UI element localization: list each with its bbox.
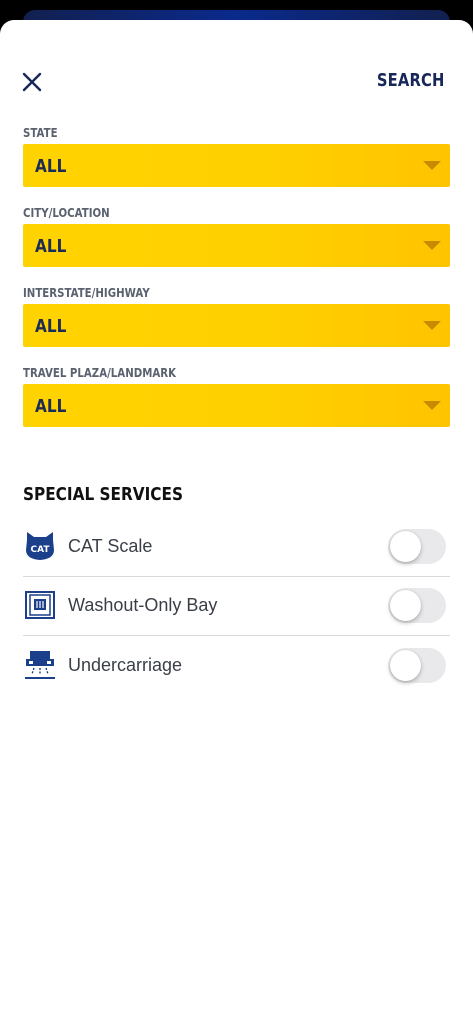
- caret-down-icon: [423, 401, 441, 410]
- special-services-title: SPECIAL SERVICES: [23, 484, 184, 505]
- city-location-select[interactable]: ALL: [23, 224, 450, 267]
- city-location-select-value: ALL: [35, 236, 67, 257]
- undercarriage-toggle[interactable]: [388, 648, 446, 683]
- search-button[interactable]: SEARCH: [377, 70, 445, 91]
- interstate-highway-label: INTERSTATE/HIGHWAY: [23, 286, 150, 300]
- interstate-highway-select-value: ALL: [35, 316, 67, 337]
- caret-down-icon: [423, 321, 441, 330]
- city-location-label: CITY/LOCATION: [23, 206, 110, 220]
- interstate-highway-select[interactable]: ALL: [23, 304, 450, 347]
- state-label: STATE: [23, 126, 58, 140]
- close-icon: [22, 72, 42, 92]
- travel-plaza-select[interactable]: ALL: [23, 384, 450, 427]
- sheet-header: SEARCH: [0, 20, 473, 140]
- state-select-value: ALL: [35, 156, 67, 177]
- service-row-undercarriage: Undercarriage: [23, 636, 450, 695]
- caret-down-icon: [423, 241, 441, 250]
- service-row-washout-bay: Washout-Only Bay: [23, 576, 450, 636]
- close-button[interactable]: [14, 64, 50, 100]
- caret-down-icon: [423, 161, 441, 170]
- toggle-knob: [390, 531, 421, 562]
- undercarriage-label: Undercarriage: [68, 655, 183, 675]
- washout-bay-icon: [25, 591, 55, 619]
- washout-bay-label: Washout-Only Bay: [68, 595, 218, 615]
- state-select[interactable]: ALL: [23, 144, 450, 187]
- cat-scale-label: CAT Scale: [68, 536, 153, 556]
- travel-plaza-label: TRAVEL PLAZA/LANDMARK: [23, 366, 177, 380]
- washout-bay-toggle[interactable]: [388, 588, 446, 623]
- filter-sheet: SEARCH STATE ALL CITY/LOCATION ALL INTER…: [0, 20, 473, 1024]
- toggle-knob: [390, 650, 421, 681]
- service-row-cat-scale: CAT CAT Scale: [23, 517, 450, 577]
- cat-scale-toggle[interactable]: [388, 529, 446, 564]
- toggle-knob: [390, 590, 421, 621]
- undercarriage-icon: [25, 651, 55, 679]
- cat-scale-icon: CAT: [26, 532, 54, 560]
- svg-text:CAT: CAT: [30, 545, 50, 555]
- travel-plaza-select-value: ALL: [35, 396, 67, 417]
